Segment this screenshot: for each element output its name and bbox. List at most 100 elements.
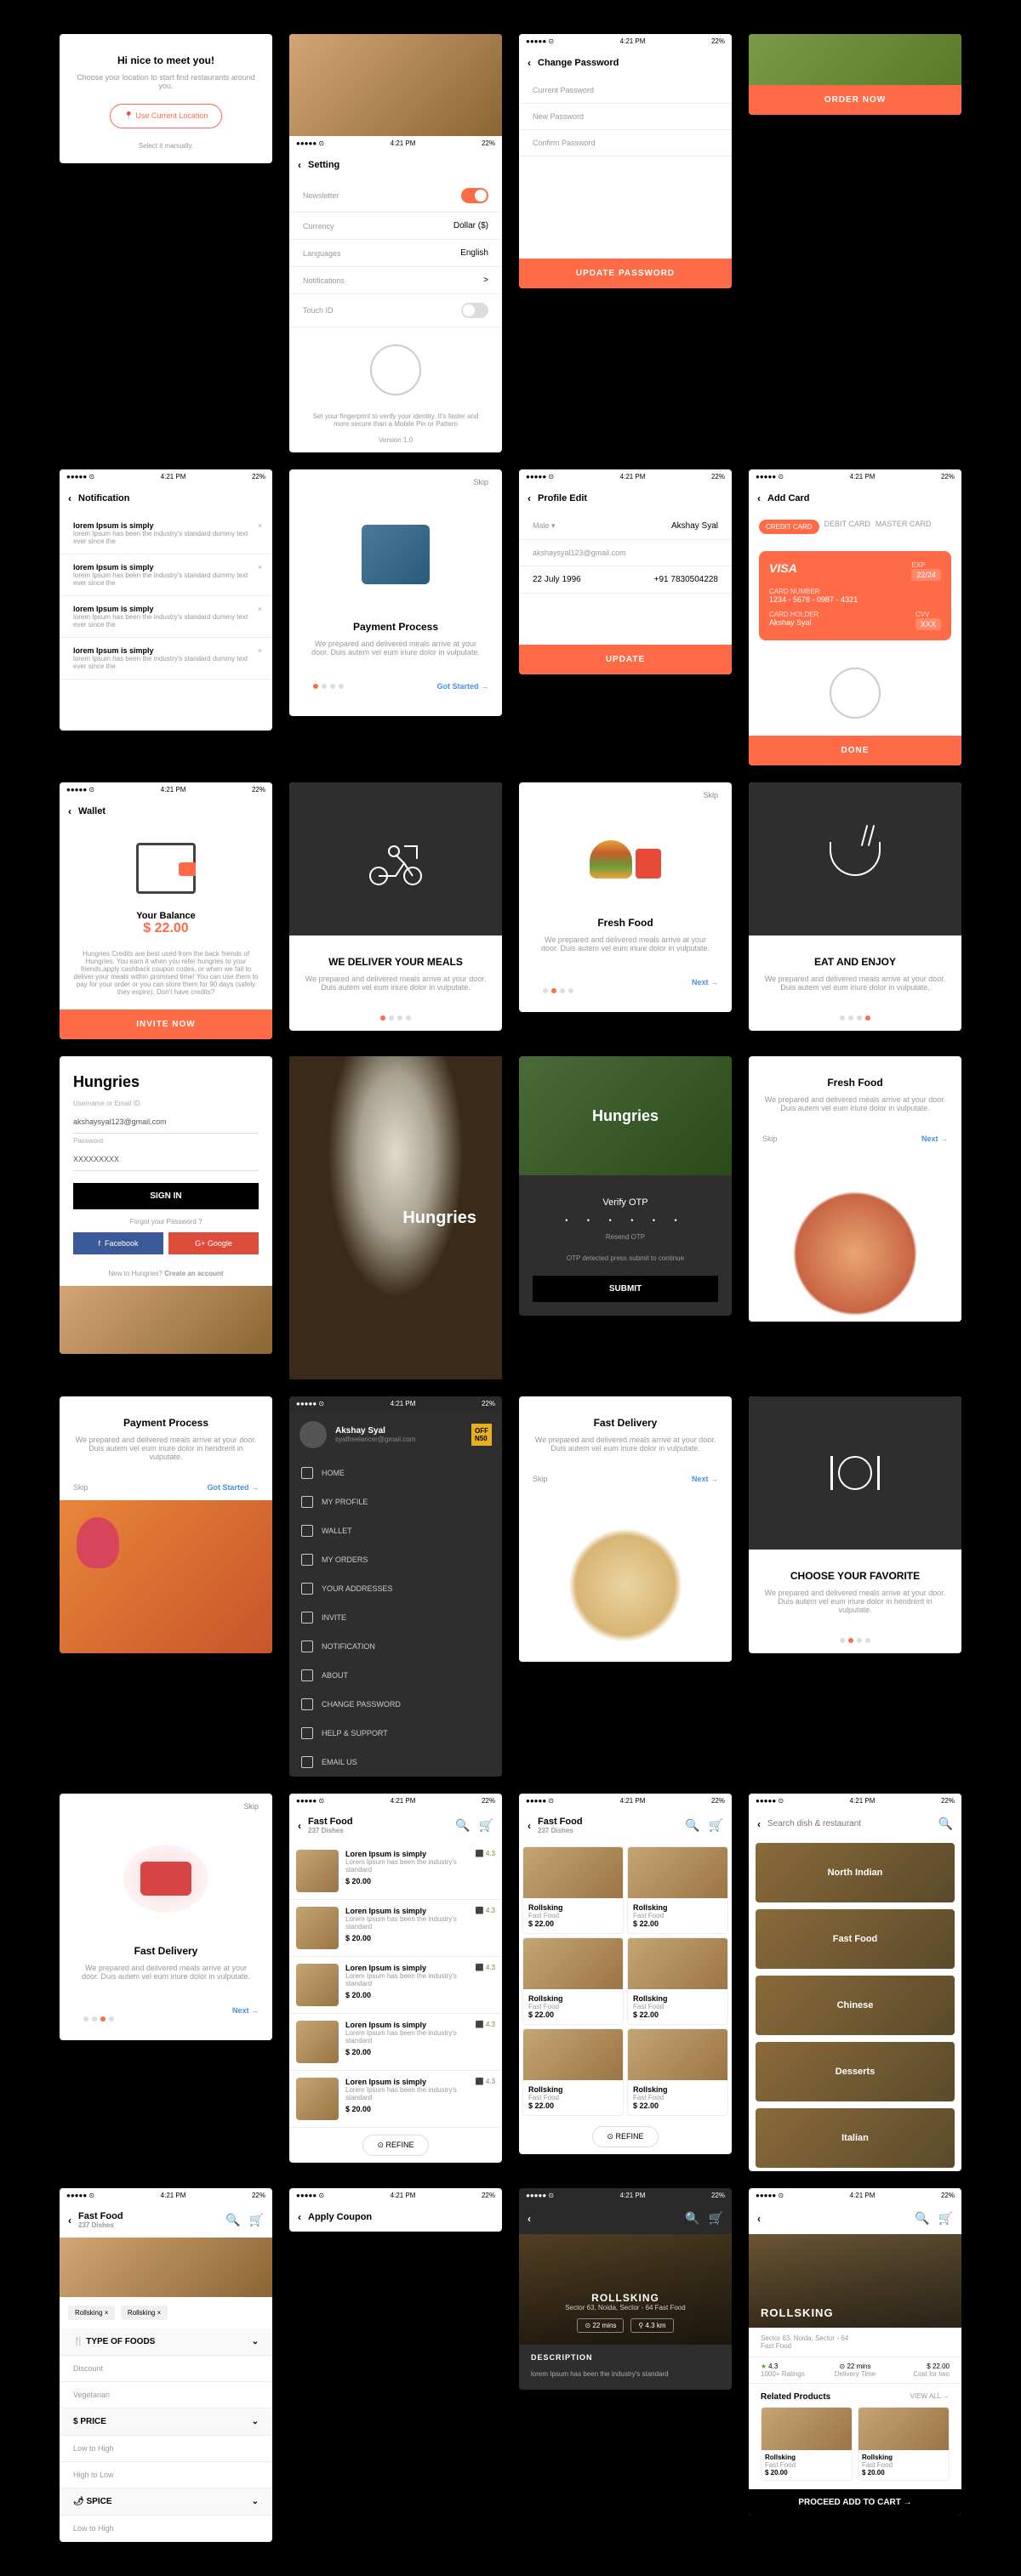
back-icon[interactable]: ‹ [528, 1820, 531, 1832]
next-link[interactable]: Next → [232, 2006, 259, 2032]
food-card[interactable]: RollskingFast Food$ 22.00 [627, 1937, 728, 2025]
back-icon[interactable]: ‹ [528, 492, 531, 504]
food-card[interactable]: RollskingFast Food$ 22.00 [522, 1937, 624, 2025]
back-icon[interactable]: ‹ [68, 805, 71, 817]
back-icon[interactable]: ‹ [68, 2215, 71, 2226]
confirm-password-field[interactable]: Confirm Password [519, 130, 732, 156]
food-list-item[interactable]: Loren Ipsum is simplyLorem Ipsum has bee… [289, 2071, 502, 2128]
category-fast-food[interactable]: Fast Food [756, 1909, 955, 1969]
menu-notification[interactable]: NOTIFICATION [289, 1632, 502, 1661]
menu-about[interactable]: ABOUT [289, 1661, 502, 1690]
menu-addresses[interactable]: YOUR ADDRESSES [289, 1574, 502, 1603]
close-icon[interactable]: × [258, 563, 262, 571]
skip-link[interactable]: Skip [519, 782, 732, 808]
add-to-cart-button[interactable]: PROCEED ADD TO CART → [749, 2489, 961, 2516]
cart-icon[interactable]: 🛒 [709, 1818, 723, 1833]
search-input[interactable] [767, 1819, 938, 1828]
otp-input[interactable]: • • • • • • [533, 1216, 718, 1225]
refine-button[interactable]: ⊙ REFINE [362, 2135, 428, 2156]
back-icon[interactable]: ‹ [528, 2213, 531, 2225]
back-icon[interactable]: ‹ [757, 492, 761, 504]
back-icon[interactable]: ‹ [298, 2211, 301, 2223]
search-icon[interactable]: 🔍 [455, 1818, 470, 1833]
search-icon[interactable]: 🔍 [938, 1817, 953, 1831]
search-icon[interactable]: 🔍 [915, 2211, 929, 2226]
related-card[interactable]: RollskingFast Food$ 20.00 [761, 2407, 853, 2481]
close-icon[interactable]: × [258, 521, 262, 530]
back-icon[interactable]: ‹ [757, 2213, 761, 2225]
filter-chip[interactable]: Rollsking × [121, 2306, 168, 2320]
category-italian[interactable]: Italian [756, 2108, 955, 2168]
skip-link[interactable]: Skip [60, 1794, 272, 1819]
forgot-link[interactable]: Forgot your Password ? [60, 1218, 272, 1225]
category-desserts[interactable]: Desserts [756, 2042, 955, 2101]
menu-invite[interactable]: INVITE [289, 1603, 502, 1632]
tab-debit[interactable]: DEBIT CARD [824, 520, 870, 534]
back-icon[interactable]: ‹ [298, 159, 301, 171]
search-icon[interactable]: 🔍 [685, 1818, 699, 1833]
update-button[interactable]: UPDATE [519, 645, 732, 674]
menu-wallet[interactable]: WALLET [289, 1516, 502, 1545]
cart-icon[interactable]: 🛒 [709, 2211, 723, 2226]
back-icon[interactable]: ‹ [757, 1818, 761, 1830]
filter-chip[interactable]: Rollsking × [68, 2306, 115, 2320]
fingerprint-icon[interactable] [830, 668, 881, 719]
facebook-button[interactable]: f Facebook [73, 1232, 163, 1254]
chevron-down-icon[interactable]: ⌄ [252, 2337, 259, 2346]
new-password-field[interactable]: New Password [519, 104, 732, 130]
create-account-link[interactable]: Create an account [164, 1270, 223, 1277]
back-icon[interactable]: ‹ [298, 1820, 301, 1832]
menu-home[interactable]: HOME [289, 1459, 502, 1487]
google-button[interactable]: G+ Google [168, 1232, 259, 1254]
food-card[interactable]: RollskingFast Food$ 22.00 [627, 1846, 728, 1934]
get-started-link[interactable]: Got Started → [436, 682, 488, 691]
food-list-item[interactable]: Loren Ipsum is simplyLorem Ipsum has bee… [289, 2014, 502, 2071]
skip-link[interactable]: Skip [762, 1134, 778, 1143]
related-card[interactable]: RollskingFast Food$ 20.00 [858, 2407, 950, 2481]
refine-button[interactable]: ⊙ REFINE [592, 2126, 658, 2147]
close-icon[interactable]: × [258, 605, 262, 613]
next-link[interactable]: Next → [692, 978, 718, 1004]
menu-orders[interactable]: MY ORDERS [289, 1545, 502, 1574]
next-link[interactable]: Next → [692, 1475, 718, 1483]
filter-option[interactable]: Low to High [60, 2436, 272, 2462]
search-icon[interactable]: 🔍 [685, 2211, 699, 2226]
tab-credit[interactable]: CREDIT CARD [759, 520, 819, 534]
chevron-down-icon[interactable]: ⌄ [252, 2417, 259, 2426]
resend-link[interactable]: Resend OTP [533, 1233, 718, 1241]
menu-email[interactable]: EMAIL US [289, 1748, 502, 1777]
filter-option[interactable]: High to Low [60, 2462, 272, 2488]
menu-help[interactable]: HELP & SUPPORT [289, 1719, 502, 1748]
category-chinese[interactable]: Chinese [756, 1976, 955, 2035]
food-list-item[interactable]: Loren Ipsum is simplyLorem Ipsum has bee… [289, 1843, 502, 1900]
currency-row[interactable]: CurrencyDollar ($) [289, 213, 502, 240]
food-list-item[interactable]: Loren Ipsum is simplyLorem Ipsum has bee… [289, 1957, 502, 2014]
food-card[interactable]: RollskingFast Food$ 22.00 [522, 1846, 624, 1934]
dob-phone-row[interactable]: 22 July 1996+91 7830504228 [519, 566, 732, 594]
get-started-link[interactable]: Got Started → [207, 1483, 259, 1492]
order-now-button[interactable]: ORDER NOW [749, 85, 961, 115]
cart-icon[interactable]: 🛒 [249, 2213, 264, 2227]
view-all-link[interactable]: VIEW ALL → [910, 2392, 950, 2402]
filter-option[interactable]: Low to High [60, 2516, 272, 2542]
current-password-field[interactable]: Current Password [519, 77, 732, 104]
back-icon[interactable]: ‹ [68, 492, 71, 504]
skip-link[interactable]: Skip [533, 1475, 548, 1483]
update-password-button[interactable]: UPDATE PASSWORD [519, 259, 732, 288]
avatar[interactable] [299, 1421, 327, 1448]
food-card[interactable]: RollskingFast Food$ 22.00 [522, 2028, 624, 2116]
menu-profile[interactable]: MY PROFILE [289, 1487, 502, 1516]
category-north-indian[interactable]: North Indian [756, 1843, 955, 1902]
filter-option[interactable]: Discount [60, 2356, 272, 2382]
food-list-item[interactable]: Loren Ipsum is simplyLorem Ipsum has bee… [289, 1900, 502, 1957]
tab-master[interactable]: MASTER CARD [876, 520, 932, 534]
done-button[interactable]: DONE [749, 736, 961, 765]
cart-icon[interactable]: 🛒 [938, 2211, 953, 2226]
back-icon[interactable]: ‹ [528, 57, 531, 69]
chevron-down-icon[interactable]: ⌄ [252, 2497, 259, 2506]
language-row[interactable]: LanguagesEnglish [289, 240, 502, 267]
food-card[interactable]: RollskingFast Food$ 22.00 [627, 2028, 728, 2116]
close-icon[interactable]: × [258, 646, 262, 655]
next-link[interactable]: Next → [921, 1134, 948, 1143]
submit-button[interactable]: SUBMIT [533, 1276, 718, 1302]
